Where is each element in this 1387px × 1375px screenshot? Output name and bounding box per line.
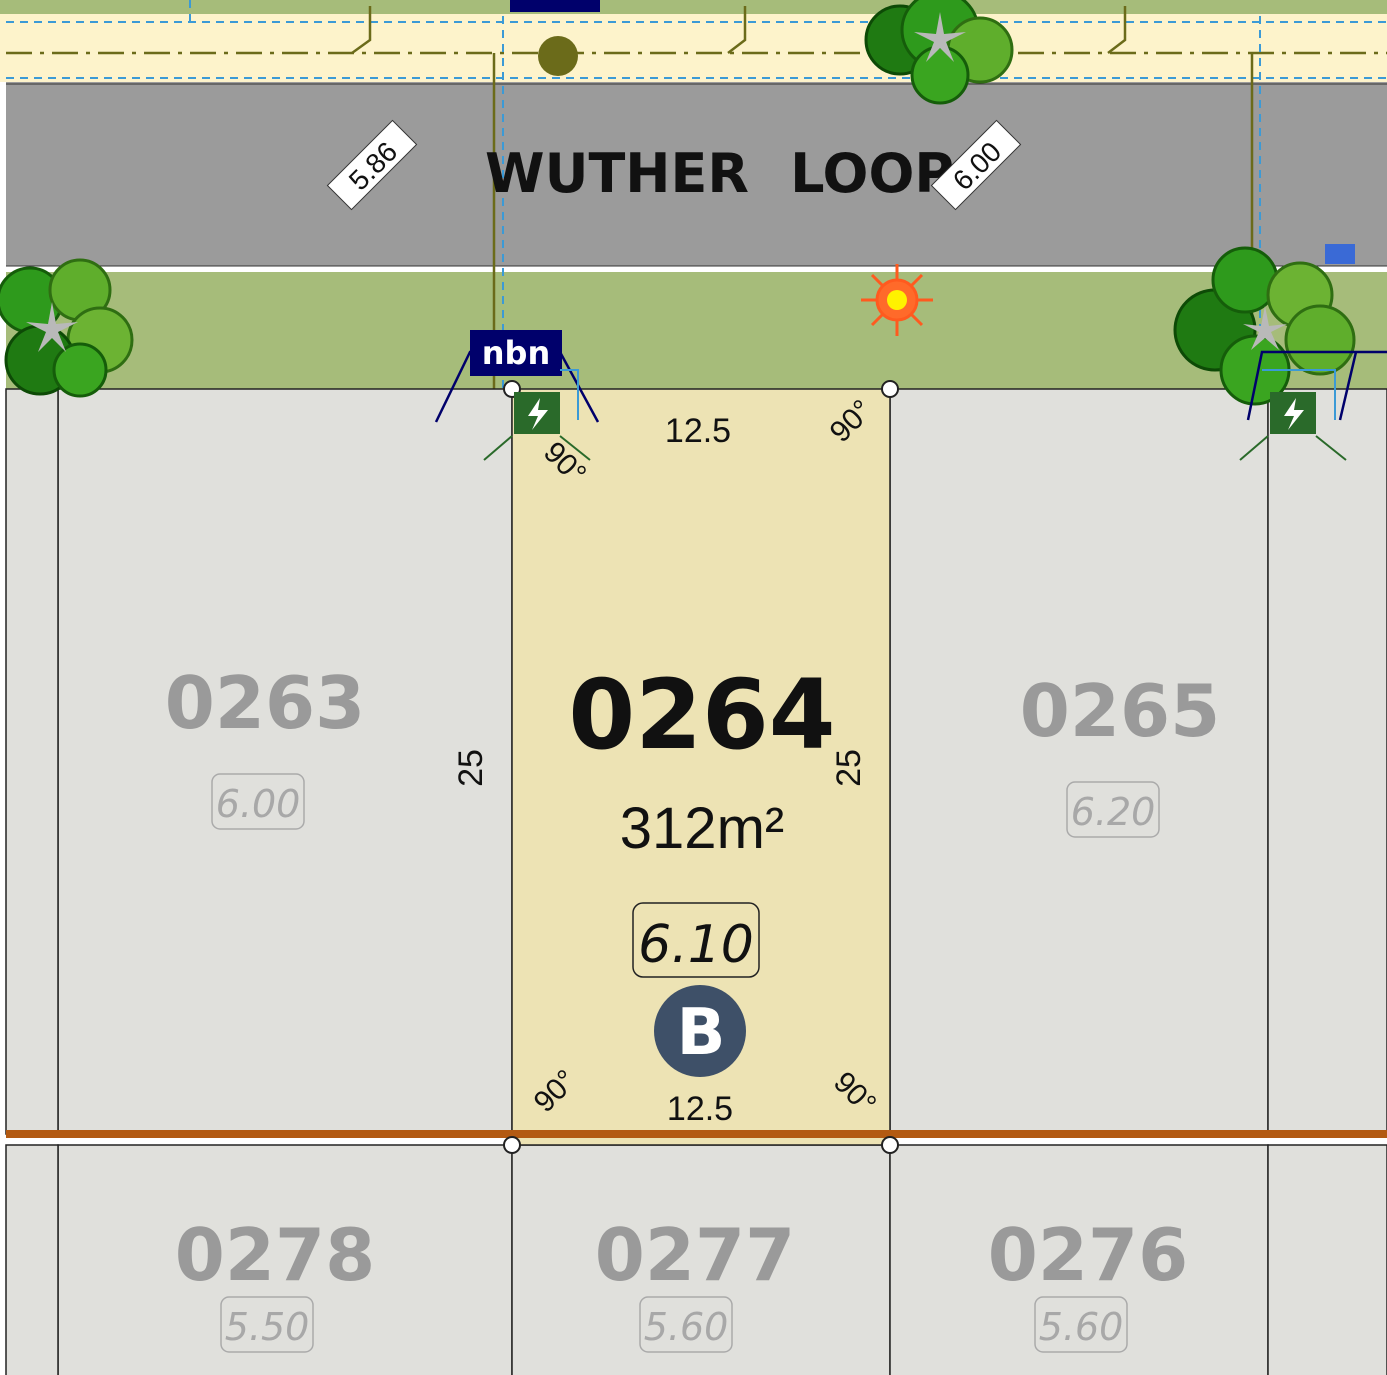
nbn-label: nbn [482, 334, 550, 372]
verge-top [0, 0, 1387, 14]
lot-0263[interactable] [57, 388, 513, 1135]
front-width-dimension: 12.5 [665, 412, 731, 450]
street-name-part-2: LOOP [790, 142, 954, 205]
left-depth-dimension: 25 [452, 749, 490, 787]
lot-number-0276: 0276 [988, 1213, 1188, 1297]
right-depth-dimension: 25 [830, 749, 868, 787]
lot-type-badge-label: B [677, 996, 726, 1070]
rear-width-dimension: 12.5 [667, 1090, 733, 1128]
lot-level-0265: 6.20 [1071, 790, 1156, 834]
lot-level-0277: 5.60 [644, 1305, 729, 1349]
lot-level-0278: 5.50 [225, 1305, 310, 1349]
nbn-marker-top [510, 0, 600, 12]
water-meter-icon [1325, 244, 1355, 264]
lot-edge-left [5, 388, 59, 1135]
lot-plan-map: nbn WUTHER LOOP 5.86 6.00 0264 312m² 6.1… [0, 0, 1387, 1375]
lot-rear-edge-right [1267, 1144, 1387, 1375]
subject-lot-level: 6.10 [638, 915, 754, 975]
lot-number-0263: 0263 [165, 661, 365, 745]
lot-number-0278: 0278 [175, 1213, 375, 1297]
subject-lot-number: 0264 [568, 659, 835, 771]
lot-level-0263: 6.00 [216, 782, 301, 826]
lot-rear-edge-left [5, 1144, 59, 1375]
lot-level-0276: 5.60 [1039, 1305, 1124, 1349]
lot-0265[interactable] [889, 388, 1269, 1135]
power-pole-icon [538, 36, 578, 76]
lot-edge-right [1267, 388, 1387, 1135]
street-name-part-1: WUTHER [485, 142, 749, 205]
lot-number-0265: 0265 [1020, 669, 1220, 753]
lot-number-0277: 0277 [595, 1213, 795, 1297]
subject-lot-area: 312m² [620, 796, 784, 861]
